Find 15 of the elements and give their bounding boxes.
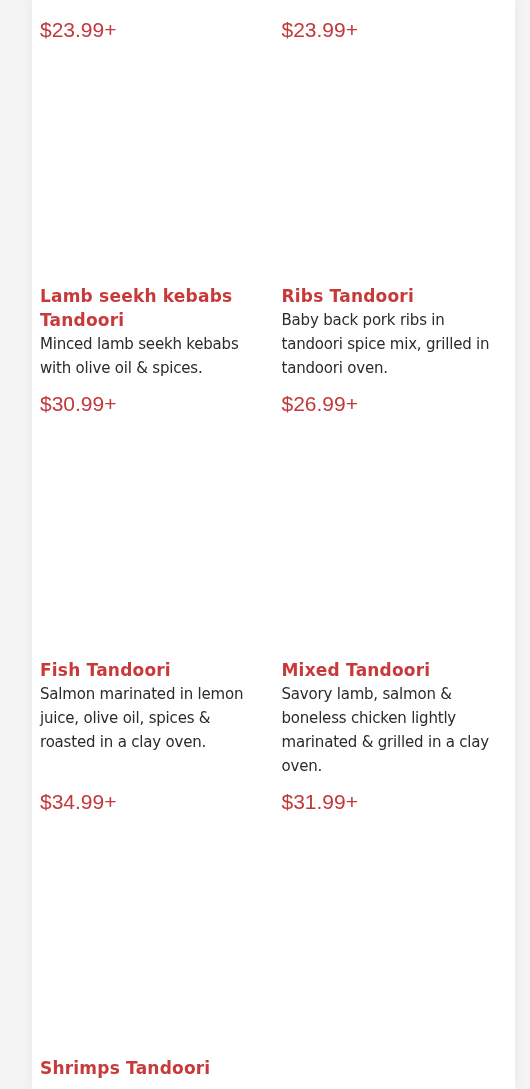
dish-title: Ribs Tandoori: [281, 285, 415, 308]
dish-description: Minced lamb seekh kebabs with olive oil & spices.: [40, 334, 240, 379]
dish-title: Shrimps Tandoori: [40, 1057, 212, 1080]
dish-price: $30.99+: [40, 392, 117, 415]
dish-title: Lamb seekh kebabs Tandoori: [40, 285, 234, 332]
dish-price: $26.99+: [281, 392, 358, 415]
dish-price: $23.99+: [40, 18, 117, 41]
dish-description: Baby back pork ribs in tandoori spice mix, grilled in tandoori oven.: [281, 310, 491, 379]
dish-description: Savory lamb, salmon & boneless chicken lightly marinated & grilled in a clay oven.: [281, 684, 490, 777]
dish-price: $23.99+: [281, 18, 358, 41]
dish-title: Fish Tandoori: [40, 659, 172, 682]
dish-description: Salmon marinated in lemon juice, olive oil, spices & roasted in a clay oven.: [40, 684, 245, 753]
dish-price: $31.99+: [281, 790, 358, 813]
dish-price: $34.99+: [40, 790, 117, 813]
dish-title: Mixed Tandoori: [281, 659, 432, 682]
